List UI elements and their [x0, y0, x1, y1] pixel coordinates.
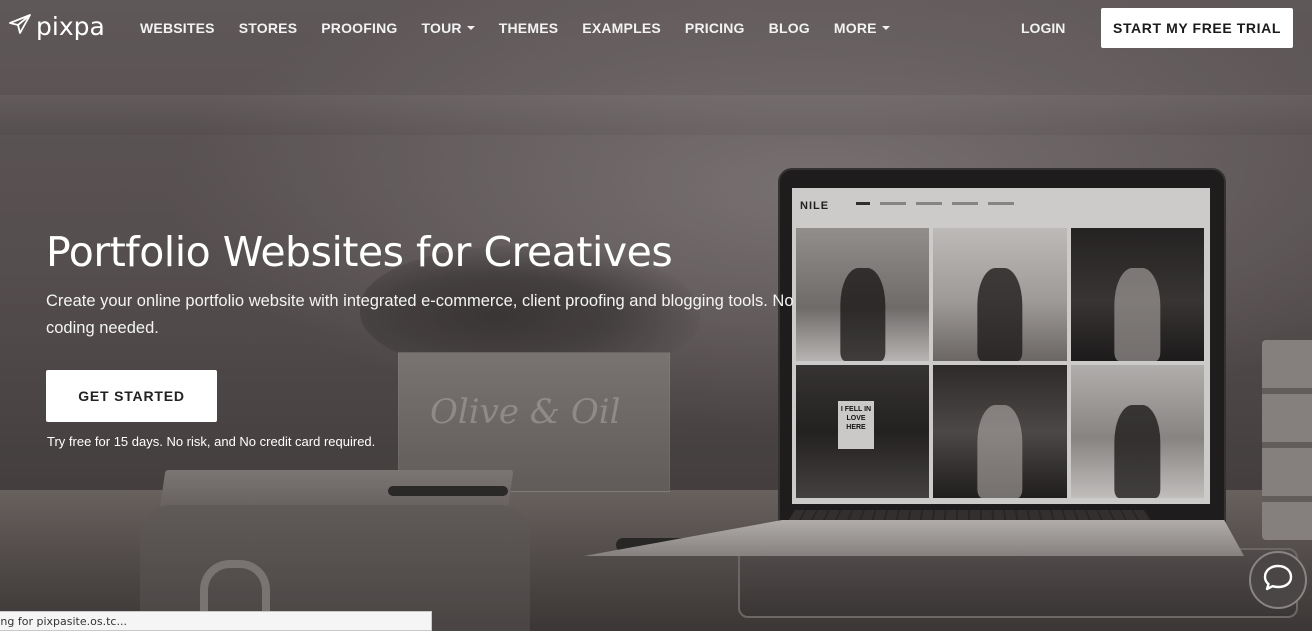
nav-link-label: MORE — [833, 20, 877, 36]
hero-subtitle: Create your online portfolio website wit… — [46, 292, 794, 337]
main-menu: WEBSITES STORES PROOFING TOUR THEMES EXA… — [140, 20, 914, 36]
nav-link-blog[interactable]: BLOG — [769, 20, 810, 36]
browser-status-bar: iting for pixpasite.os.tc... — [0, 611, 432, 631]
nav-link-label: BLOG — [768, 20, 810, 36]
hero-title: Portfolio Websites for Creatives — [46, 228, 673, 276]
caret-down-icon — [466, 26, 475, 30]
nav-link-label: WEBSITES — [140, 20, 215, 36]
nav-link-themes[interactable]: THEMES — [499, 20, 559, 36]
start-free-trial-button[interactable]: START MY FREE TRIAL — [1101, 8, 1293, 48]
nav-link-label: PRICING — [684, 20, 745, 36]
nav-link-label: PROOFING — [321, 20, 398, 36]
nav-link-label: THEMES — [498, 20, 559, 36]
trial-note: Try free for 15 days. No risk, and No cr… — [47, 434, 376, 449]
get-started-button[interactable]: GET STARTED — [46, 370, 217, 422]
pixpa-logo[interactable]: pixpa — [8, 12, 105, 41]
nav-link-tour[interactable]: TOUR — [422, 20, 475, 36]
caret-down-icon — [881, 26, 890, 30]
nav-link-label: EXAMPLES — [582, 20, 661, 36]
login-link[interactable]: LOGIN — [1021, 20, 1065, 36]
nav-link-pricing[interactable]: PRICING — [685, 20, 745, 36]
nav-link-more[interactable]: MORE — [834, 20, 890, 36]
nav-link-websites[interactable]: WEBSITES — [140, 20, 215, 36]
nav-link-stores[interactable]: STORES — [239, 20, 298, 36]
nav-link-examples[interactable]: EXAMPLES — [582, 20, 661, 36]
nav-link-label: TOUR — [421, 20, 462, 36]
logo-text: pixpa — [36, 12, 105, 41]
nav-link-proofing[interactable]: PROOFING — [321, 20, 397, 36]
nav-link-label: STORES — [238, 20, 298, 36]
status-text: iting for pixpasite.os.tc... — [0, 615, 127, 628]
top-navigation: pixpa WEBSITES STORES PROOFING TOUR THEM… — [0, 0, 1312, 56]
chat-bubble-icon — [1261, 561, 1295, 600]
chat-widget-button[interactable] — [1249, 551, 1307, 609]
paper-plane-icon — [8, 12, 32, 41]
